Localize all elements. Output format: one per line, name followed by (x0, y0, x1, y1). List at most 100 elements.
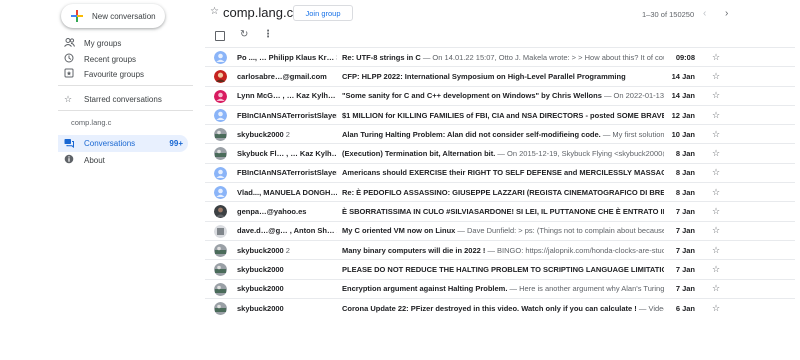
join-group-button[interactable]: Join group (293, 5, 353, 21)
chevron-left-icon[interactable]: ‹ (703, 8, 706, 19)
thread-subject: Americans should EXERCISE their RIGHT TO… (342, 168, 664, 177)
conversation-row[interactable]: skybuck2000 Corona Update 22: PFizer dest… (205, 297, 795, 317)
thread-date: 09:08 (675, 52, 695, 62)
more-options-icon[interactable]: ⋮ (263, 29, 273, 40)
thread-subject: $1 MILLION for KILLING FAMILIES of FBI, … (342, 111, 664, 120)
conversation-row[interactable]: Skybuck Fl… , … Kaz Kylh…8 (Execution) Te… (205, 143, 795, 162)
subject-text: Corona Update 22: PFizer destroyed in th… (342, 303, 637, 313)
conversation-row[interactable]: Lynn McG… , … Kaz Kylh…8 "Some sanity for… (205, 85, 795, 105)
avatar (214, 224, 227, 238)
subject-text: My C oriented VM now on Linux (342, 226, 456, 236)
thread-authors: Lynn McG… , … Kaz Kylh…8 (237, 91, 337, 100)
thread-date: 6 Jan (675, 303, 695, 313)
nav-label: About (84, 155, 105, 165)
conversation-row[interactable]: skybuck2000 Encryption argument against H… (205, 278, 795, 298)
nav-conversations[interactable]: Conversations 99+ (58, 135, 188, 152)
subject-text: Alan Turing Halting Problem: Alan did no… (342, 129, 601, 139)
authors-text: skybuck2000 (237, 284, 284, 294)
authors-text: carlosabre…@gmail.com (237, 71, 327, 81)
thread-authors: skybuck2000 2 (237, 246, 337, 255)
sidebar: New conversation My groups Recent groups… (0, 0, 200, 360)
snippet-text: — BINGO: https://jalopnik.com/honda-cloc… (485, 245, 664, 255)
info-icon (64, 154, 84, 166)
nav-label: Favourite groups (84, 69, 145, 79)
star-icon[interactable]: ☆ (712, 110, 720, 121)
thread-subject: Alan Turing Halting Problem: Alan did no… (342, 130, 664, 139)
avatar (214, 51, 227, 64)
conversation-row[interactable]: skybuck2000 PLEASE DO NOT REDUCE THE HALT… (205, 259, 795, 278)
favourite-group-star-icon[interactable]: ☆ (210, 6, 219, 17)
message-count: 2 (285, 129, 290, 139)
avatar (214, 243, 227, 257)
thread-authors: Po ..., … Philipp Klaus Kr…31 (237, 53, 337, 62)
thread-date: 8 Jan (675, 187, 695, 197)
pagination-text: 1–30 of 150250 (642, 10, 695, 19)
conversation-row[interactable]: FBInCIAnNSATerroristSlayer $1 MILLION for… (205, 104, 795, 124)
star-icon: ☆ (64, 93, 73, 104)
subject-text: (Execution) Termination bit, Alternation… (342, 149, 496, 159)
conversation-row[interactable]: dave.d…@g… , Anton Sh…2 My C oriented VM … (205, 220, 795, 240)
authors-text: dave.d…@g… , Anton Sh… (237, 226, 335, 236)
thread-date: 14 Jan (671, 91, 695, 101)
thread-subject: Re: È PEDOFILO ASSASSINO: GIUSEPPE LAZZA… (342, 188, 664, 197)
nav-favourite-groups[interactable]: Favourite groups (64, 66, 144, 82)
divider (58, 110, 193, 111)
thread-authors: skybuck2000 2 (237, 130, 337, 139)
chevron-right-icon[interactable]: › (725, 8, 728, 19)
star-icon[interactable]: ☆ (712, 264, 720, 275)
star-icon[interactable]: ☆ (712, 71, 720, 82)
star-icon[interactable]: ☆ (712, 90, 720, 101)
nav-recent-groups[interactable]: Recent groups (64, 51, 136, 67)
avatar (214, 147, 227, 161)
star-icon[interactable]: ☆ (712, 148, 720, 159)
thread-date: 7 Jan (675, 207, 695, 217)
thread-authors: Skybuck Fl… , … Kaz Kylh…8 (237, 149, 337, 158)
snippet-text: — Here is another argument why Alan's Tu… (509, 284, 664, 294)
nav-starred-conversations[interactable]: ☆ Starred conversations (64, 91, 162, 107)
refresh-icon[interactable]: ↻ (240, 29, 248, 40)
star-icon[interactable]: ☆ (712, 225, 720, 236)
star-icon[interactable]: ☆ (712, 283, 720, 294)
thread-date: 7 Jan (675, 264, 695, 274)
nav-about[interactable]: About (64, 152, 105, 168)
message-count: 2 (336, 226, 337, 235)
subject-text: "Some sanity for C and C++ development o… (342, 91, 602, 101)
star-icon[interactable]: ☆ (712, 206, 720, 217)
avatar (214, 166, 227, 180)
star-icon[interactable]: ☆ (712, 129, 720, 140)
star-icon[interactable]: ☆ (712, 187, 720, 198)
select-all-checkbox[interactable] (215, 31, 225, 41)
authors-text: skybuck2000 (237, 264, 284, 274)
conversation-row[interactable]: FBInCIAnNSATerroristSlayer Americans shou… (205, 162, 795, 182)
avatar (214, 186, 227, 200)
snippet-text: — My first solution was … (602, 129, 664, 139)
conversation-row[interactable]: skybuck2000 2 Alan Turing Halting Problem:… (205, 124, 795, 143)
star-icon[interactable]: ☆ (712, 52, 720, 63)
conversation-row[interactable]: skybuck2000 2 Many binary computers will d… (205, 239, 795, 259)
conversation-row[interactable]: Vlad..., MANUELA DONGH…2 Re: È PEDOFILO A… (205, 182, 795, 201)
nav-label: My groups (84, 38, 122, 48)
thread-date: 12 Jan (671, 110, 695, 120)
thread-subject: PLEASE DO NOT REDUCE THE HALTING PROBLEM… (342, 265, 664, 274)
message-count: 31 (336, 53, 337, 62)
nav-my-groups[interactable]: My groups (64, 35, 121, 51)
avatar (214, 89, 227, 103)
conversation-row[interactable]: Po ..., … Philipp Klaus Kr…31 Re: UTF-8 s… (205, 47, 795, 66)
conversations-count-badge: 99+ (169, 139, 183, 148)
conversation-row[interactable]: carlosabre…@gmail.com CFP: HLPP 2022: Int… (205, 66, 795, 85)
subject-text: $1 MILLION for KILLING FAMILIES of FBI, … (342, 110, 664, 120)
authors-text: FBInCIAnNSATerroristSlayer (237, 110, 337, 120)
star-icon[interactable]: ☆ (712, 303, 720, 314)
thread-date: 10 Jan (671, 129, 695, 139)
star-icon[interactable]: ☆ (712, 167, 720, 178)
conversation-row[interactable]: genpa…@yahoo.es È SBORRATISSIMA IN CULO #… (205, 201, 795, 220)
thread-authors: skybuck2000 (237, 304, 337, 313)
avatar (214, 108, 227, 122)
thread-authors: skybuck2000 (237, 265, 337, 274)
subject-text: Encryption argument against Halting Prob… (342, 284, 508, 294)
star-icon[interactable]: ☆ (712, 245, 720, 256)
new-conversation-button[interactable]: New conversation (61, 4, 165, 28)
thread-date: 14 Jan (671, 71, 695, 81)
plus-icon (71, 10, 83, 22)
message-count: 2 (285, 245, 290, 255)
